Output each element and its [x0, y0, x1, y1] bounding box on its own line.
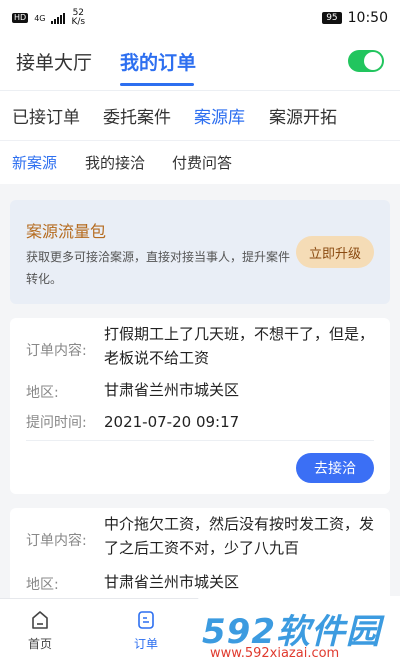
watermark-url: www.592xiazai.com — [210, 646, 340, 661]
region-label: 地区: — [26, 577, 59, 593]
order-time: 2021-07-20 09:17 — [104, 413, 240, 431]
promo-title: 案源流量包 — [26, 222, 107, 241]
online-toggle[interactable] — [348, 50, 384, 72]
time-label: 提问时间: — [26, 415, 87, 431]
filter-new-cases[interactable]: 新案源 — [12, 152, 57, 173]
nav-orders[interactable]: 订单 — [116, 609, 176, 652]
filter-paid-qa[interactable]: 付费问答 — [172, 152, 232, 173]
region-label: 地区: — [26, 385, 59, 401]
subtab-case-library[interactable]: 案源库 — [194, 103, 245, 128]
content-label: 订单内容: — [26, 343, 87, 359]
network-type: 4G — [34, 13, 46, 23]
toggle-knob — [364, 52, 382, 70]
header: 接单大厅 我的订单 — [0, 36, 400, 90]
nav-home[interactable]: 首页 — [10, 609, 70, 652]
status-left: HD 4G 52 K/s — [12, 9, 85, 27]
filter-my-contacts[interactable]: 我的接洽 — [85, 152, 145, 173]
nav-orders-label: 订单 — [133, 637, 158, 651]
filter-tabs: 新案源 我的接洽 付费问答 — [0, 140, 400, 184]
tab-order-hall[interactable]: 接单大厅 — [16, 48, 92, 75]
tab-my-orders[interactable]: 我的订单 — [120, 48, 196, 75]
status-right: 95 10:50 — [322, 10, 388, 26]
promo-banner: 案源流量包 获取更多可接洽案源，直接对接当事人，提升案件转化。 立即升级 — [10, 200, 390, 304]
subtab-case-development[interactable]: 案源开拓 — [269, 103, 337, 128]
battery-icon: 95 — [322, 12, 342, 24]
subtabs: 已接订单 委托案件 案源库 案源开拓 — [0, 90, 400, 140]
order-content: 中介拖欠工资，然后没有按时发工资，发了之后工资不对，少了八九百 — [104, 515, 375, 557]
contact-button[interactable]: 去接洽 — [296, 453, 374, 483]
network-speed: 52 K/s — [71, 9, 85, 27]
order-content: 打假期工上了几天班，不想干了，但是，老板说不给工资 — [104, 325, 375, 367]
upgrade-button[interactable]: 立即升级 — [296, 236, 374, 268]
watermark: 592软件园 www.592xiazai.com — [196, 596, 400, 666]
speed-unit: K/s — [71, 17, 86, 27]
promo-description: 获取更多可接洽案源，直接对接当事人，提升案件转化。 — [26, 250, 291, 286]
card-divider — [26, 440, 374, 441]
order-icon — [138, 611, 154, 629]
subtab-entrusted-cases[interactable]: 委托案件 — [103, 103, 171, 128]
status-bar: HD 4G 52 K/s 95 10:50 — [0, 0, 400, 36]
subtab-accepted-orders[interactable]: 已接订单 — [12, 103, 80, 128]
order-region: 甘肃省兰州市城关区 — [104, 573, 240, 591]
clock: 10:50 — [347, 10, 388, 26]
content-label: 订单内容: — [26, 533, 87, 549]
signal-icon — [51, 12, 66, 24]
order-card: 订单内容: 打假期工上了几天班，不想干了，但是，老板说不给工资 地区: 甘肃省兰… — [10, 318, 390, 494]
order-region: 甘肃省兰州市城关区 — [104, 381, 240, 399]
nav-home-label: 首页 — [27, 637, 52, 651]
hd-indicator: HD — [12, 13, 29, 23]
order-card: 订单内容: 中介拖欠工资，然后没有按时发工资，发了之后工资不对，少了八九百 地区… — [10, 508, 390, 608]
active-tab-indicator — [120, 83, 194, 86]
home-icon — [32, 611, 48, 629]
